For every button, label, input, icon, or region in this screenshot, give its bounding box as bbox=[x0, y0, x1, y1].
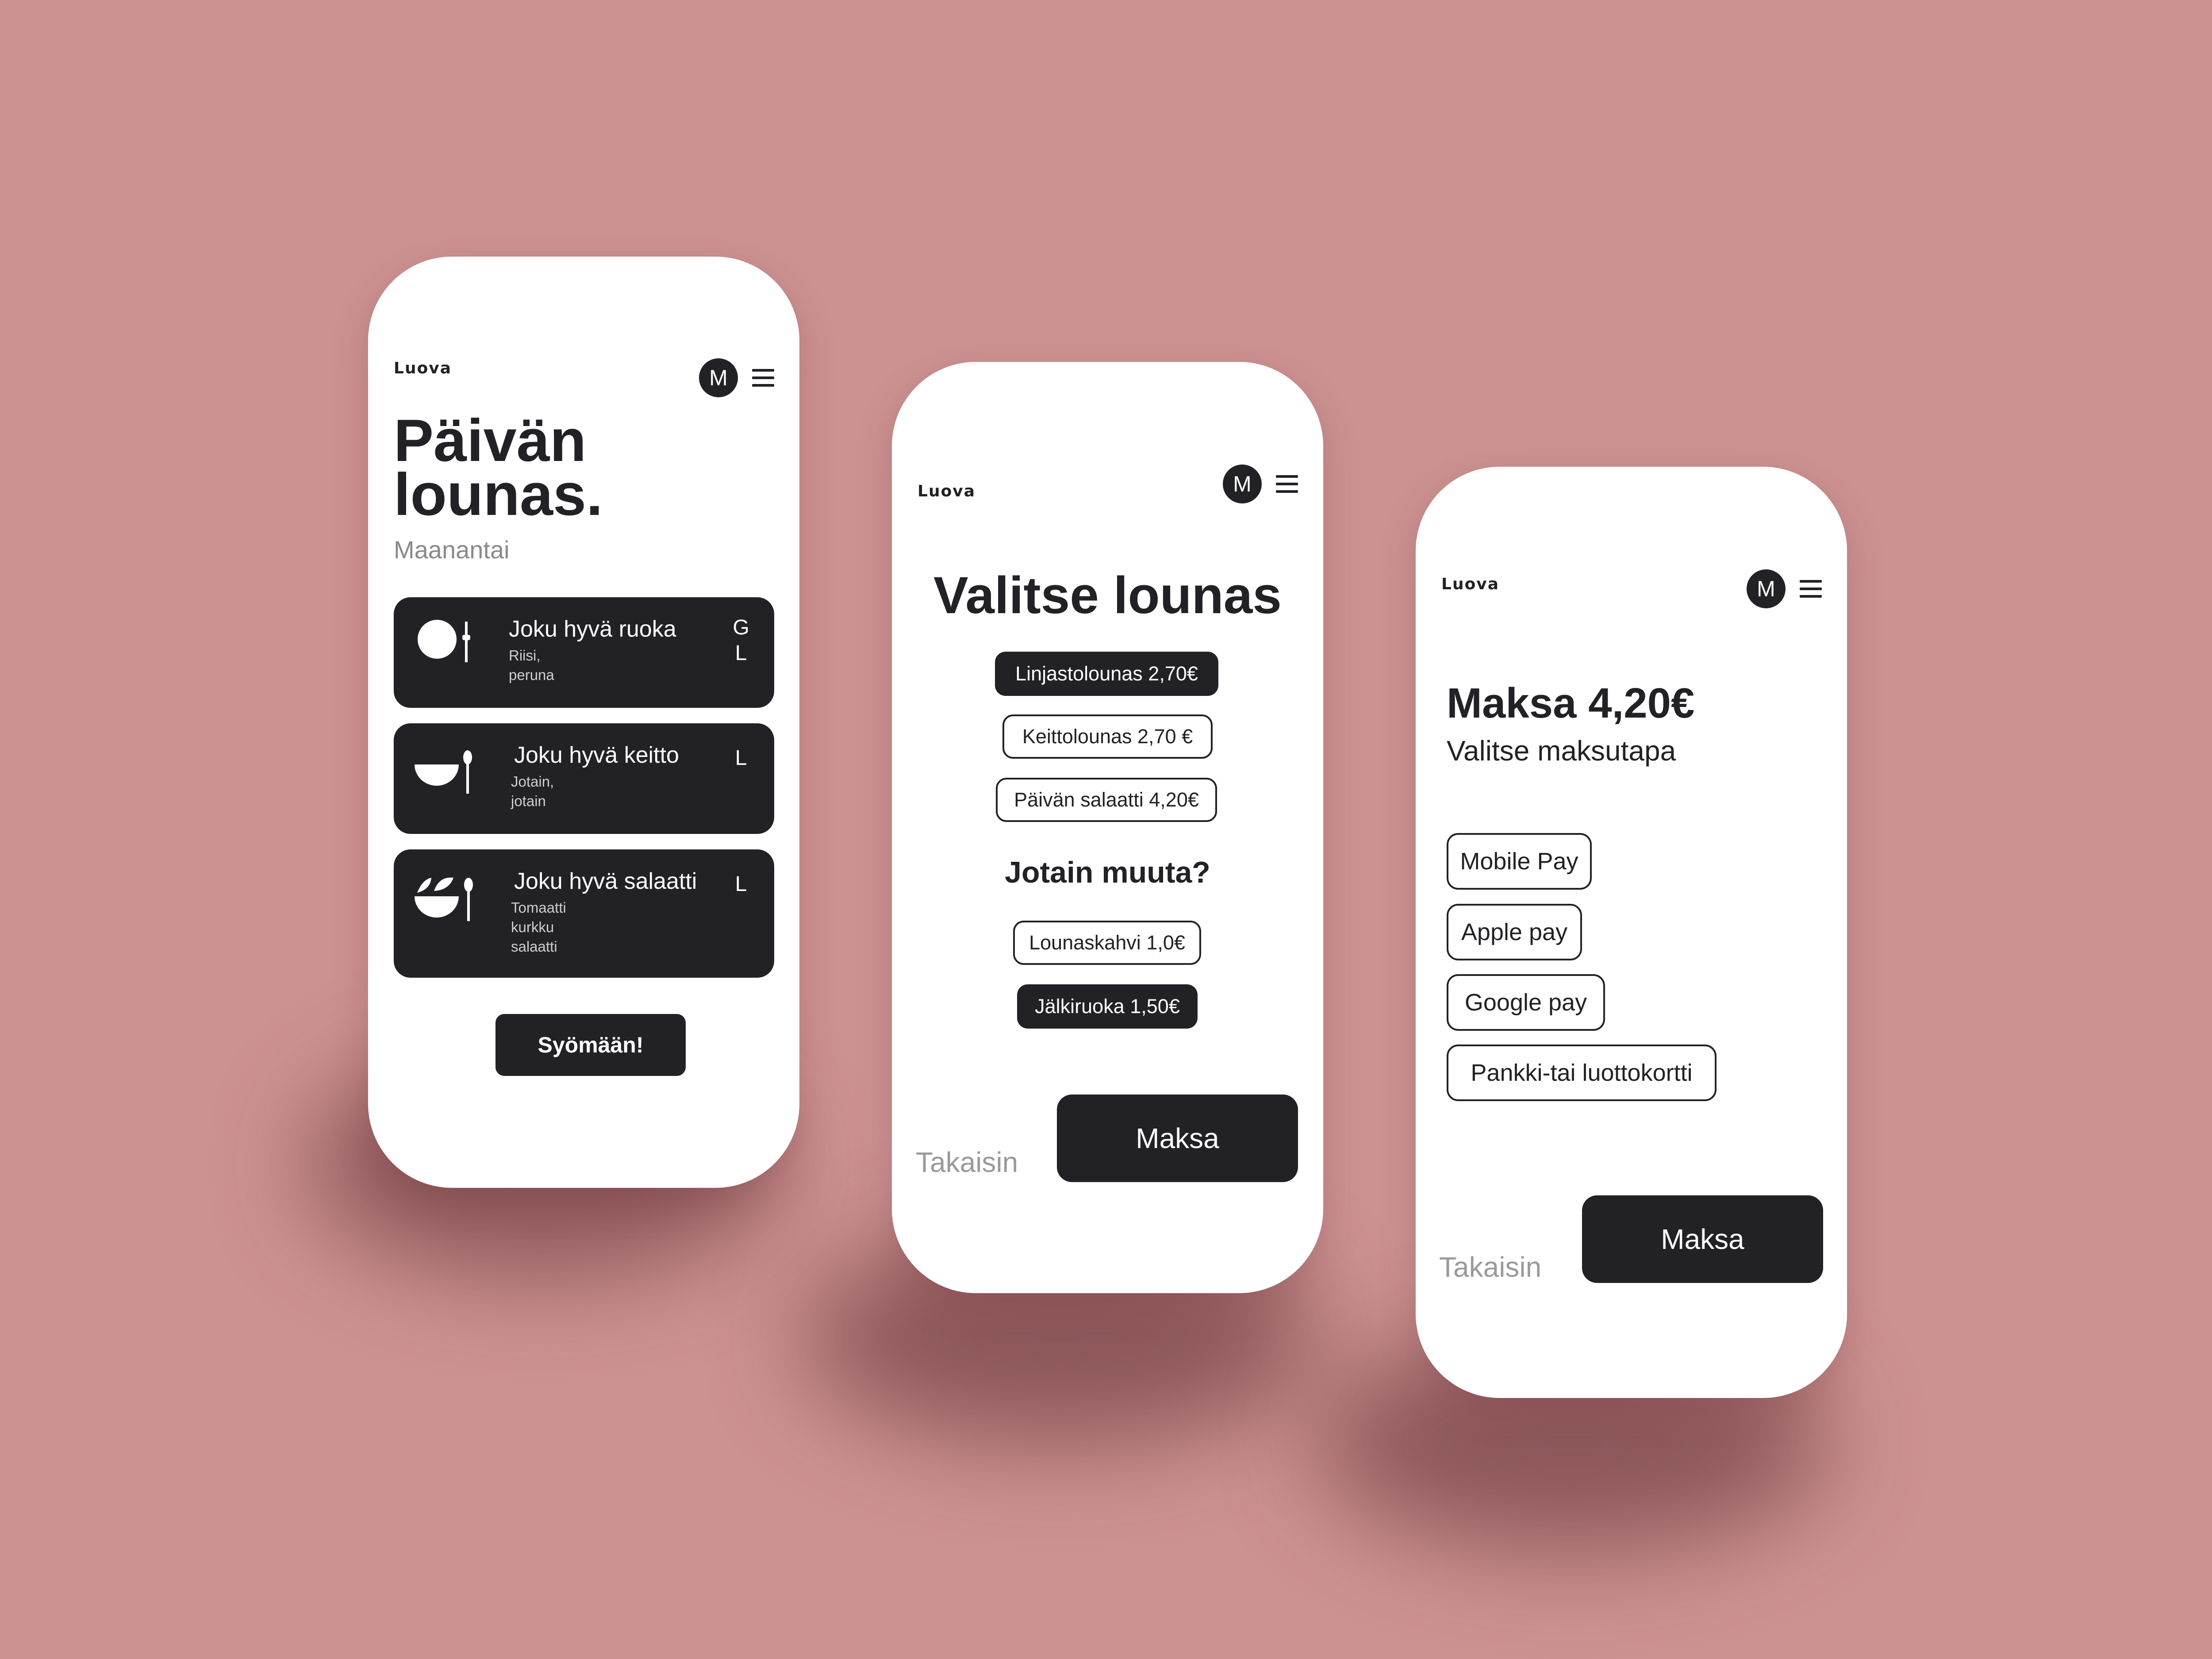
page-title: Valitse lounas bbox=[933, 566, 1282, 625]
pay-button[interactable]: Maksa bbox=[1582, 1195, 1823, 1283]
diet-tags: L bbox=[735, 746, 747, 770]
plate-icon bbox=[418, 620, 470, 662]
avatar[interactable]: M bbox=[699, 358, 738, 397]
lunch-option[interactable]: Päivän salaatti 4,20€ bbox=[996, 778, 1217, 822]
meal-description: Jotain, jotain bbox=[511, 773, 554, 809]
payment-method-applepay[interactable]: Apple pay bbox=[1447, 904, 1582, 960]
extra-option-selected[interactable]: Jälkiruoka 1,50€ bbox=[1017, 984, 1198, 1029]
page-title: Maksa 4,20€ bbox=[1447, 680, 1695, 727]
avatar[interactable]: M bbox=[1223, 465, 1262, 503]
meal-name: Joku hyvä keitto bbox=[514, 742, 679, 768]
phone-screen-daily-lunch: Luova M Päivän lounas. Maanantai Joku hy… bbox=[368, 257, 799, 1188]
phone-screen-choose-lunch: Luova M Valitse lounas Linjastolounas 2,… bbox=[892, 362, 1323, 1293]
payment-method-mobilepay[interactable]: Mobile Pay bbox=[1447, 833, 1592, 890]
hamburger-menu-icon[interactable] bbox=[1800, 579, 1822, 599]
payment-method-googlepay[interactable]: Google pay bbox=[1447, 974, 1605, 1031]
avatar[interactable]: M bbox=[1747, 569, 1786, 608]
meal-card[interactable]: Joku hyvä ruoka Riisi, peruna G L bbox=[394, 597, 774, 708]
salad-bowl-icon bbox=[415, 877, 473, 921]
page-subtitle: Valitse maksutapa bbox=[1447, 735, 1676, 767]
payment-method-card[interactable]: Pankki-tai luottokortti bbox=[1447, 1045, 1717, 1101]
meal-card[interactable]: Joku hyvä salaatti Tomaatti kurkku salaa… bbox=[394, 849, 774, 978]
diet-tags: L bbox=[735, 872, 747, 896]
meal-description: Riisi, peruna bbox=[509, 647, 554, 683]
hamburger-menu-icon[interactable] bbox=[752, 368, 774, 388]
diet-tags: G L bbox=[733, 616, 749, 665]
meal-card[interactable]: Joku hyvä keitto Jotain, jotain L bbox=[394, 723, 774, 834]
phone-screen-payment: Luova M Maksa 4,20€ Valitse maksutapa Mo… bbox=[1416, 467, 1847, 1398]
brand-logo: Luova bbox=[918, 482, 976, 500]
page-subtitle: Maanantai bbox=[394, 536, 510, 564]
brand-logo: Luova bbox=[1441, 575, 1500, 593]
meal-description: Tomaatti kurkku salaatti bbox=[511, 899, 566, 955]
brand-logo: Luova bbox=[394, 359, 452, 377]
lunch-option-selected[interactable]: Linjastolounas 2,70€ bbox=[995, 652, 1218, 696]
back-link[interactable]: Takaisin bbox=[916, 1146, 1018, 1179]
soup-bowl-icon bbox=[415, 750, 472, 794]
back-link[interactable]: Takaisin bbox=[1439, 1251, 1541, 1283]
eat-button[interactable]: Syömään! bbox=[495, 1014, 686, 1076]
lunch-option[interactable]: Keittolounas 2,70 € bbox=[1002, 714, 1213, 759]
hamburger-menu-icon[interactable] bbox=[1276, 474, 1298, 494]
extras-heading: Jotain muuta? bbox=[1005, 856, 1210, 889]
extra-option[interactable]: Lounaskahvi 1,0€ bbox=[1013, 921, 1201, 965]
meal-name: Joku hyvä salaatti bbox=[514, 868, 697, 894]
page-title: Päivän lounas. bbox=[394, 407, 603, 528]
meal-name: Joku hyvä ruoka bbox=[509, 616, 676, 642]
pay-button[interactable]: Maksa bbox=[1057, 1094, 1298, 1182]
